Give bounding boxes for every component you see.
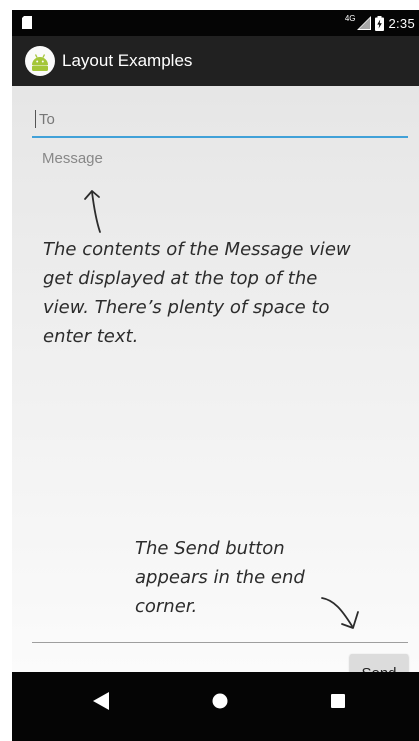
sd-card-icon (22, 16, 32, 29)
android-icon[interactable] (25, 46, 55, 76)
annotation-arrow-down-icon (321, 597, 359, 629)
message-annotation: The contents of the Message view get dis… (43, 239, 351, 347)
to-field[interactable]: To (32, 106, 408, 138)
app-title: Layout Examples (62, 51, 193, 70)
home-circle-icon[interactable] (212, 692, 228, 710)
app-bar: Layout Examples (12, 36, 419, 86)
back-triangle-icon[interactable] (93, 692, 109, 710)
status-icons: 4G 2:35 (345, 14, 415, 32)
navigation-bar (12, 672, 419, 741)
recents-square-icon[interactable] (330, 692, 346, 710)
annotation-arrow-up-icon (84, 190, 101, 233)
status-bar: 4G 2:35 (12, 10, 419, 36)
phone-screen: 4G 2:35 Layout Examples To Message The c… (12, 10, 419, 741)
message-layout: To Message The contents of the Message v… (12, 86, 419, 692)
text-cursor (35, 110, 36, 128)
message-placeholder: Message (42, 150, 103, 167)
signal-icon (357, 16, 372, 30)
status-clock: 2:35 (388, 15, 415, 31)
battery-charging-icon (375, 15, 385, 31)
to-placeholder: To (39, 111, 55, 128)
network-type-label: 4G (344, 13, 356, 23)
